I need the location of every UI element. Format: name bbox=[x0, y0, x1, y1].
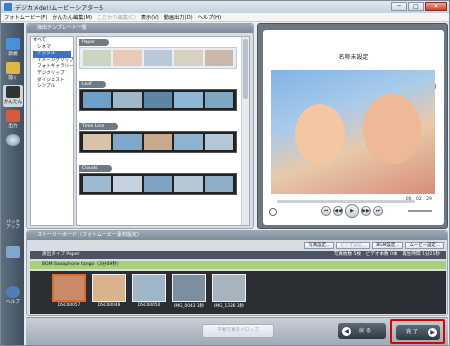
template-panel: 演出テンプレート一覧 すべて シネマ デジタル イメージクリップ フォトギャラリ… bbox=[26, 23, 254, 229]
nav-help-label: ヘルプ bbox=[6, 300, 20, 305]
photo-thumb[interactable]: DSC00057 bbox=[52, 274, 86, 312]
photo-caption: IMG_0043 3秒 bbox=[174, 304, 204, 309]
easy-edit-icon bbox=[6, 86, 20, 98]
maximize-button[interactable]: □ bbox=[408, 2, 424, 11]
finish-label: 完 了 bbox=[406, 329, 419, 335]
photo-caption: DSC00050 bbox=[137, 303, 161, 308]
nav-new[interactable]: 新規 bbox=[3, 37, 23, 59]
nav-output-label: 出力 bbox=[8, 124, 18, 129]
storyboard-panel: ストーリーボード（フォトムービー素材設定） 写真設定... ビデオ設定... B… bbox=[26, 230, 448, 316]
open-icon bbox=[6, 62, 20, 74]
close-button[interactable]: ✕ bbox=[425, 2, 447, 11]
preview-image bbox=[271, 70, 435, 194]
photo-thumb[interactable]: DSC00050 bbox=[132, 274, 166, 312]
finish-button[interactable]: 完 了 ▶ bbox=[396, 325, 440, 340]
template-timeline[interactable]: Time Line bbox=[79, 123, 241, 153]
bgm-settings-button[interactable]: BGM設定... bbox=[372, 242, 404, 249]
nav-easy-edit-label: かんたん bbox=[3, 100, 23, 105]
preview-panel: 名称未設定 00 . 02 . 29 ⏮ ◀◀ ▶ ▶▶ ⏭ bbox=[257, 23, 448, 229]
nav-backup-label: バック アップ bbox=[6, 220, 20, 230]
output-icon bbox=[6, 110, 20, 122]
rewind-button[interactable]: ◀◀ bbox=[333, 206, 343, 216]
seek-bar[interactable] bbox=[277, 200, 415, 203]
photo-thumb[interactable]: IMG_0043 3秒 bbox=[172, 274, 206, 312]
menu-video-output[interactable]: 動画出力(D) bbox=[164, 14, 193, 21]
menu-photomovie[interactable]: フォトムービー(F) bbox=[4, 14, 47, 21]
left-navigation: 新規 開く かんたん 出力 バック アップ ヘルプ bbox=[1, 23, 24, 345]
effect-type: 演出タイプ Paper bbox=[42, 252, 80, 257]
category-item[interactable]: フォトギャラリー bbox=[33, 64, 74, 71]
menu-easy-edit[interactable]: かんたん編集(M) bbox=[52, 14, 92, 21]
photo-caption: IMG_1336 3秒 bbox=[214, 304, 244, 309]
title-bar: デジカメde!!ムービーシアター5 ─ □ ✕ bbox=[1, 1, 449, 13]
skip-start-button[interactable]: ⏮ bbox=[321, 206, 331, 216]
nav-open[interactable]: 開く bbox=[3, 61, 23, 83]
nav-open-label: 開く bbox=[8, 76, 18, 81]
disc-icon bbox=[6, 134, 20, 146]
template-scrollbar[interactable] bbox=[241, 37, 249, 225]
photo-thumb[interactable]: IMG_1336 3秒 bbox=[212, 274, 246, 312]
backup-icon bbox=[6, 246, 20, 258]
app-window: デジカメde!!ムービーシアター5 ─ □ ✕ フォトムービー(F) かんたん編… bbox=[0, 0, 450, 346]
photo-thumb[interactable]: DSC00048 bbox=[92, 274, 126, 312]
menu-bar: フォトムービー(F) かんたん編集(M) こだわり編集(C) 表示(V) 動画出… bbox=[1, 13, 449, 22]
storyboard-stats: 写真枚数 5枚 ビデオ本数 0本 再生時間 1分21秒 bbox=[333, 252, 440, 257]
minimize-button[interactable]: ─ bbox=[391, 2, 407, 11]
template-clouds[interactable]: Clouds bbox=[79, 165, 241, 195]
template-name: Leaf bbox=[79, 81, 106, 88]
skip-end-button[interactable]: ⏭ bbox=[373, 206, 383, 216]
photo-strip: DSC00057 DSC00048 DSC00050 IMG_0043 3秒 I… bbox=[30, 271, 446, 314]
photo-caption: DSC00057 bbox=[57, 303, 81, 308]
arrow-left-icon: ◀ bbox=[342, 326, 351, 336]
app-icon bbox=[4, 3, 12, 11]
nav-backup[interactable]: バック アップ bbox=[3, 219, 23, 241]
volume-slider[interactable] bbox=[408, 210, 432, 212]
nav-disc[interactable] bbox=[3, 133, 23, 155]
help-icon bbox=[6, 286, 20, 298]
storyboard-header: ストーリーボード（フォトムービー素材設定） bbox=[27, 231, 447, 240]
template-panel-header: 演出テンプレート一覧 bbox=[27, 24, 253, 33]
template-list: Paper Leaf Time Line Clouds bbox=[76, 36, 250, 226]
menu-help[interactable]: ヘルプ(H) bbox=[198, 14, 222, 21]
arrow-right-icon: ▶ bbox=[428, 328, 437, 337]
nav-backup-icon[interactable] bbox=[3, 245, 23, 267]
category-item[interactable]: デジクリップ bbox=[33, 71, 71, 78]
nav-help[interactable]: ヘルプ bbox=[3, 285, 23, 307]
category-item[interactable]: シンプル bbox=[33, 84, 71, 91]
movie-settings-button[interactable]: ムービー設定... bbox=[405, 242, 444, 249]
category-item-selected[interactable]: デジタル bbox=[33, 51, 71, 58]
playback-controls: ⏮ ◀◀ ▶ ▶▶ ⏭ bbox=[321, 204, 383, 218]
nav-output[interactable]: 出力 bbox=[3, 109, 23, 131]
template-name: Clouds bbox=[79, 165, 112, 172]
menu-view[interactable]: 表示(V) bbox=[141, 14, 159, 21]
menu-advanced-edit[interactable]: こだわり編集(C) bbox=[97, 14, 136, 21]
repeat-icon[interactable] bbox=[269, 208, 277, 216]
footer-bar: 不要写真をドロップ ◀ 戻 る 完 了 ▶ bbox=[26, 317, 448, 345]
bgm-label: BGM:Saxophone tango（3分09秒） bbox=[42, 262, 122, 267]
back-label: 戻 る bbox=[359, 328, 372, 334]
template-paper[interactable]: Paper bbox=[79, 39, 241, 69]
drop-unwanted-photo-area[interactable]: 不要写真をドロップ bbox=[202, 324, 274, 338]
photo-caption: DSC00048 bbox=[97, 303, 121, 308]
category-tree: すべて シネマ デジタル イメージクリップ フォトギャラリー デジクリップ ダイ… bbox=[30, 36, 74, 226]
template-name: Time Line bbox=[79, 123, 119, 130]
effect-type-row: 演出タイプ Paper 写真枚数 5枚 ビデオ本数 0本 再生時間 1分21秒 bbox=[30, 251, 446, 259]
nav-new-label: 新規 bbox=[8, 52, 18, 57]
photo-settings-button[interactable]: 写真設定... bbox=[304, 242, 335, 249]
nav-easy-edit[interactable]: かんたん bbox=[3, 85, 23, 107]
new-icon bbox=[6, 38, 20, 50]
back-button[interactable]: ◀ 戻 る bbox=[338, 323, 386, 339]
template-leaf[interactable]: Leaf bbox=[79, 81, 241, 111]
timecode: 00 . 02 . 29 bbox=[405, 197, 432, 202]
window-title: デジカメde!!ムービーシアター5 bbox=[15, 4, 104, 12]
bgm-row[interactable]: BGM:Saxophone tango（3分09秒） bbox=[30, 261, 446, 269]
play-button[interactable]: ▶ bbox=[345, 204, 359, 218]
category-item[interactable]: すべて bbox=[33, 38, 71, 45]
template-name: Paper bbox=[79, 39, 110, 46]
video-settings-button[interactable]: ビデオ設定... bbox=[336, 242, 371, 249]
fast-forward-button[interactable]: ▶▶ bbox=[361, 206, 371, 216]
preview-title: 名称未設定 bbox=[338, 54, 369, 61]
finish-highlight: 完 了 ▶ bbox=[390, 319, 445, 344]
